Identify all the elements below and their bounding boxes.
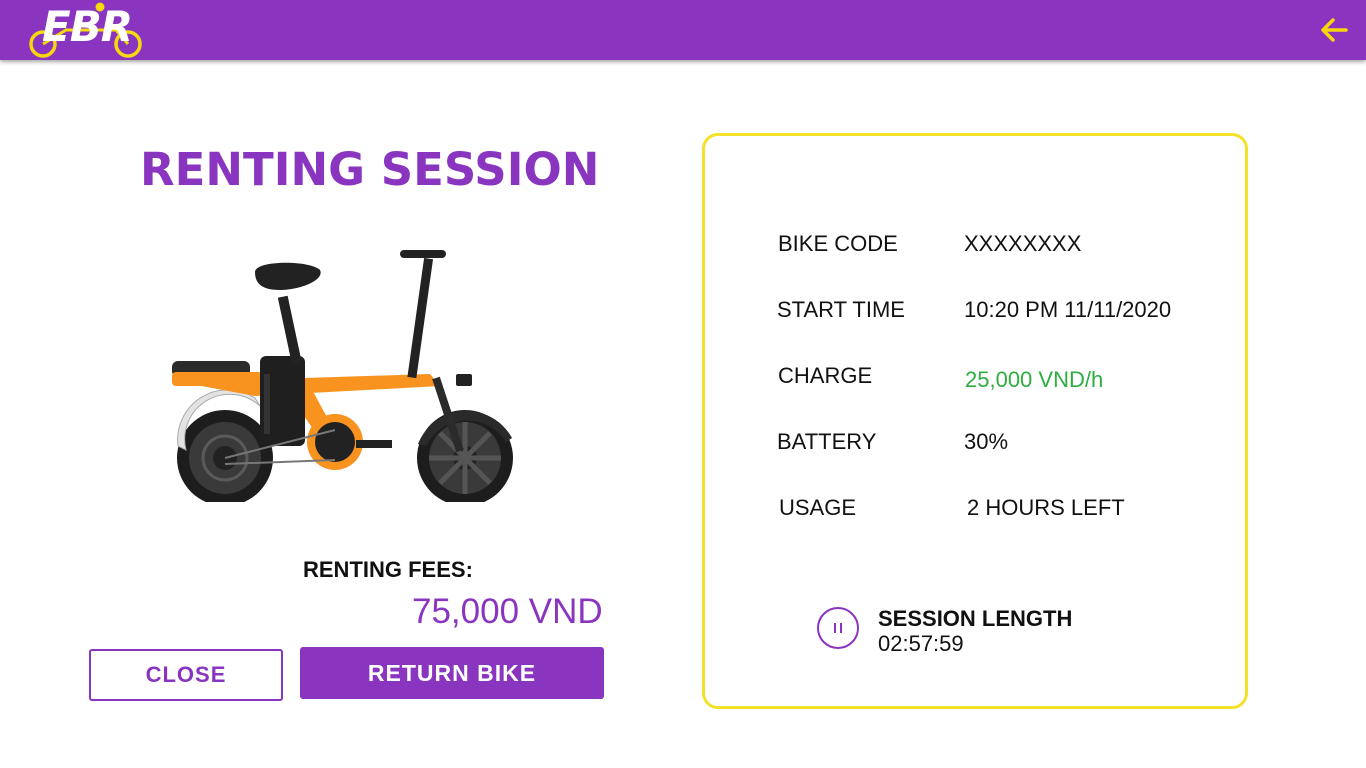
- usage-label: USAGE: [779, 495, 857, 520]
- pause-icon: [834, 623, 842, 633]
- renting-fees-value: 75,000 VND: [412, 592, 603, 631]
- pause-button[interactable]: [817, 607, 859, 649]
- renting-fees-label: RENTING FEES:: [303, 557, 473, 582]
- logo-text: EBR: [42, 2, 133, 51]
- usage-value: 2 HOURS LEFT: [967, 495, 1125, 520]
- session-length-value: 02:57:59: [878, 631, 964, 656]
- back-button[interactable]: [1316, 12, 1352, 48]
- charge-label: CHARGE: [778, 363, 873, 388]
- bike-code-value: XXXXXXXX: [964, 231, 1082, 256]
- return-bike-button[interactable]: RETURN BIKE: [300, 647, 604, 699]
- start-time-label: START TIME: [777, 297, 905, 322]
- battery-value: 30%: [964, 429, 1009, 454]
- bike-code-label: BIKE CODE: [778, 231, 898, 256]
- close-button[interactable]: CLOSE: [89, 649, 283, 701]
- session-length-label: SESSION LENGTH: [878, 606, 1073, 631]
- start-time-value: 10:20 PM 11/11/2020: [964, 297, 1172, 322]
- session-details-card: BIKE CODE XXXXXXXX START TIME 10:20 PM 1…: [702, 133, 1248, 709]
- page-title: RENTING SESSION: [140, 143, 600, 196]
- app-header: EBR: [0, 0, 1366, 60]
- arrow-left-icon: [1321, 18, 1348, 42]
- electric-bike-icon: [172, 250, 513, 506]
- ebr-logo[interactable]: EBR: [26, 0, 146, 60]
- bike-image: [160, 246, 520, 506]
- battery-label: BATTERY: [777, 429, 877, 454]
- charge-value: 25,000 VND/h: [965, 367, 1104, 392]
